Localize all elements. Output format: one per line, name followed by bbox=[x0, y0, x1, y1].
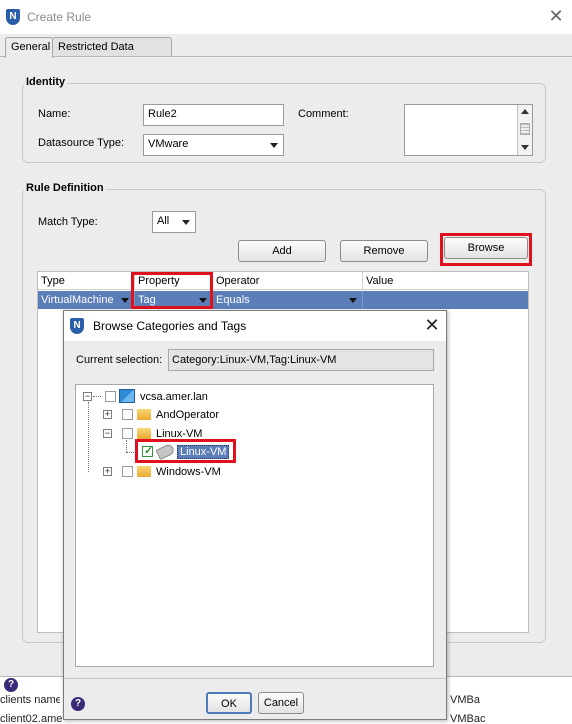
col-header-type[interactable]: Type bbox=[38, 272, 135, 290]
app-logo-icon: N bbox=[6, 9, 20, 25]
scroll-thumb[interactable] bbox=[520, 123, 530, 135]
tag-highlight bbox=[135, 439, 236, 463]
background-row-text: VMBac bbox=[450, 694, 480, 706]
cell-operator-value: Equals bbox=[216, 294, 250, 306]
tab-general[interactable]: General bbox=[5, 37, 53, 58]
tree-line bbox=[93, 396, 101, 397]
cell-type-value: VirtualMachine bbox=[41, 294, 114, 306]
root-checkbox[interactable] bbox=[105, 391, 116, 402]
col-header-operator[interactable]: Operator bbox=[213, 272, 363, 290]
tree-node-label[interactable]: AndOperator bbox=[156, 409, 219, 421]
table-row[interactable]: VirtualMachine Tag Equals bbox=[38, 291, 528, 309]
andoperator-checkbox[interactable] bbox=[122, 409, 133, 420]
category-folder-icon bbox=[137, 428, 151, 439]
background-row-text: VMBac bbox=[450, 713, 486, 724]
tree-line bbox=[126, 440, 127, 452]
background-row-text: client02.amer... bbox=[0, 713, 62, 724]
identity-group-title: Identity bbox=[24, 76, 68, 88]
datasource-type-label: Datasource Type: bbox=[38, 137, 125, 149]
window-title: Create Rule bbox=[27, 10, 92, 24]
browse-dialog: N Browse Categories and Tags ✕ Current s… bbox=[63, 310, 447, 720]
tree-root-label[interactable]: vcsa.amer.lan bbox=[140, 391, 208, 403]
rule-definition-title: Rule Definition bbox=[24, 182, 106, 194]
chevron-down-icon bbox=[349, 298, 357, 303]
category-folder-icon bbox=[137, 466, 151, 477]
dialog-close-icon[interactable]: ✕ bbox=[422, 315, 442, 335]
col-header-value[interactable]: Value bbox=[363, 272, 528, 290]
linux-vm-category-checkbox[interactable] bbox=[122, 428, 133, 439]
current-selection-label: Current selection: bbox=[76, 354, 163, 366]
browse-highlight bbox=[440, 233, 532, 266]
add-button[interactable]: Add bbox=[238, 240, 326, 262]
help-icon[interactable]: ? bbox=[71, 697, 85, 711]
rule-grid-header: Type Property Operator Value bbox=[38, 272, 528, 290]
windows-vm-checkbox[interactable] bbox=[122, 466, 133, 477]
chevron-down-icon bbox=[182, 220, 190, 225]
help-icon[interactable]: ? bbox=[4, 678, 18, 692]
background-row-text: clients name bbox=[0, 694, 60, 706]
vcenter-icon bbox=[119, 389, 135, 403]
cell-value[interactable] bbox=[363, 291, 528, 309]
scroll-down-icon[interactable] bbox=[521, 145, 529, 150]
cell-operator[interactable]: Equals bbox=[213, 291, 363, 309]
match-type-value: All bbox=[157, 215, 170, 227]
datasource-type-select[interactable]: VMware bbox=[143, 134, 284, 156]
category-folder-icon bbox=[137, 409, 151, 420]
datasource-type-value: VMware bbox=[148, 138, 189, 150]
window-close-icon[interactable]: ✕ bbox=[546, 6, 566, 26]
match-type-label: Match Type: bbox=[38, 216, 98, 228]
comment-scrollbar[interactable] bbox=[517, 105, 532, 155]
dialog-divider bbox=[64, 678, 446, 679]
expand-icon[interactable]: + bbox=[103, 410, 112, 419]
comment-label: Comment: bbox=[298, 108, 349, 120]
collapse-icon[interactable]: − bbox=[83, 392, 92, 401]
dialog-titlebar: N Browse Categories and Tags ✕ bbox=[64, 311, 446, 341]
chevron-down-icon bbox=[270, 143, 278, 148]
tree-node-label[interactable]: Windows-VM bbox=[156, 466, 221, 478]
app-logo-icon: N bbox=[70, 318, 84, 334]
match-type-select[interactable]: All bbox=[152, 211, 196, 233]
comment-textarea[interactable] bbox=[404, 104, 533, 156]
ok-button[interactable]: OK bbox=[206, 692, 252, 714]
current-selection-field: Category:Linux-VM,Tag:Linux-VM bbox=[168, 349, 434, 371]
collapse-icon[interactable]: − bbox=[103, 429, 112, 438]
scroll-up-icon[interactable] bbox=[521, 109, 529, 114]
property-highlight bbox=[131, 272, 213, 309]
window-titlebar: N Create Rule ✕ bbox=[0, 0, 572, 34]
category-tree[interactable]: − vcsa.amer.lan + AndOperator − Linux-VM… bbox=[75, 384, 434, 667]
tree-line bbox=[88, 402, 89, 472]
chevron-down-icon bbox=[121, 298, 129, 303]
expand-icon[interactable]: + bbox=[103, 467, 112, 476]
cell-type[interactable]: VirtualMachine bbox=[38, 291, 135, 309]
name-label: Name: bbox=[38, 108, 71, 120]
remove-button[interactable]: Remove bbox=[340, 240, 428, 262]
tab-restricted-data-zones[interactable]: Restricted Data Zones bbox=[52, 37, 172, 72]
cancel-button[interactable]: Cancel bbox=[258, 692, 304, 714]
name-input[interactable]: Rule2 bbox=[143, 104, 284, 126]
dialog-title: Browse Categories and Tags bbox=[93, 319, 247, 333]
